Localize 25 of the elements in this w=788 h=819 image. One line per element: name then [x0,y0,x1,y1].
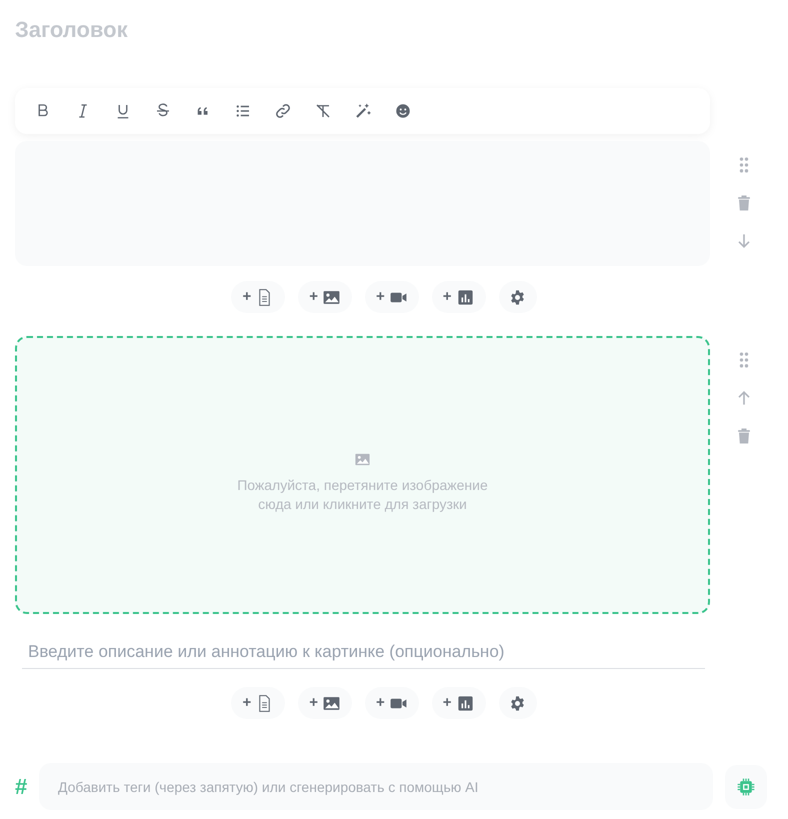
drop-instructions: Пожалуйста, перетяните изображение сюда или кликните для загрузки [236,476,489,514]
add-document-button[interactable]: + [231,687,286,719]
add-chart-button[interactable]: + [432,687,486,719]
link-button[interactable] [273,102,292,120]
bar-chart-icon [456,694,475,712]
add-chart-button[interactable]: + [432,281,486,313]
title-field[interactable]: Заголовок [15,14,415,44]
add-video-button[interactable]: + [365,687,419,719]
settings-icon [509,694,526,712]
hashtag-symbol: # [15,773,28,801]
add-image-button[interactable]: + [298,281,352,313]
link-icon [274,102,292,120]
bar-chart-icon [456,288,475,306]
settings-icon [509,288,526,306]
settings-button[interactable] [498,281,537,313]
add-image-button[interactable]: + [298,687,352,719]
add-document-button[interactable]: + [231,281,286,313]
tags-field[interactable]: Добавить теги (через запятую) или сгенерировать с помощью AI [39,763,713,810]
caption-field[interactable]: Введите описание или аннотацию к картинке (опционально) [22,636,705,669]
smiley-icon [394,102,412,120]
add-video-button[interactable]: + [365,281,419,313]
chip-icon [736,776,756,796]
settings-button[interactable] [498,687,537,719]
clear-format-icon [314,102,332,120]
magic-wand-icon [354,102,372,120]
